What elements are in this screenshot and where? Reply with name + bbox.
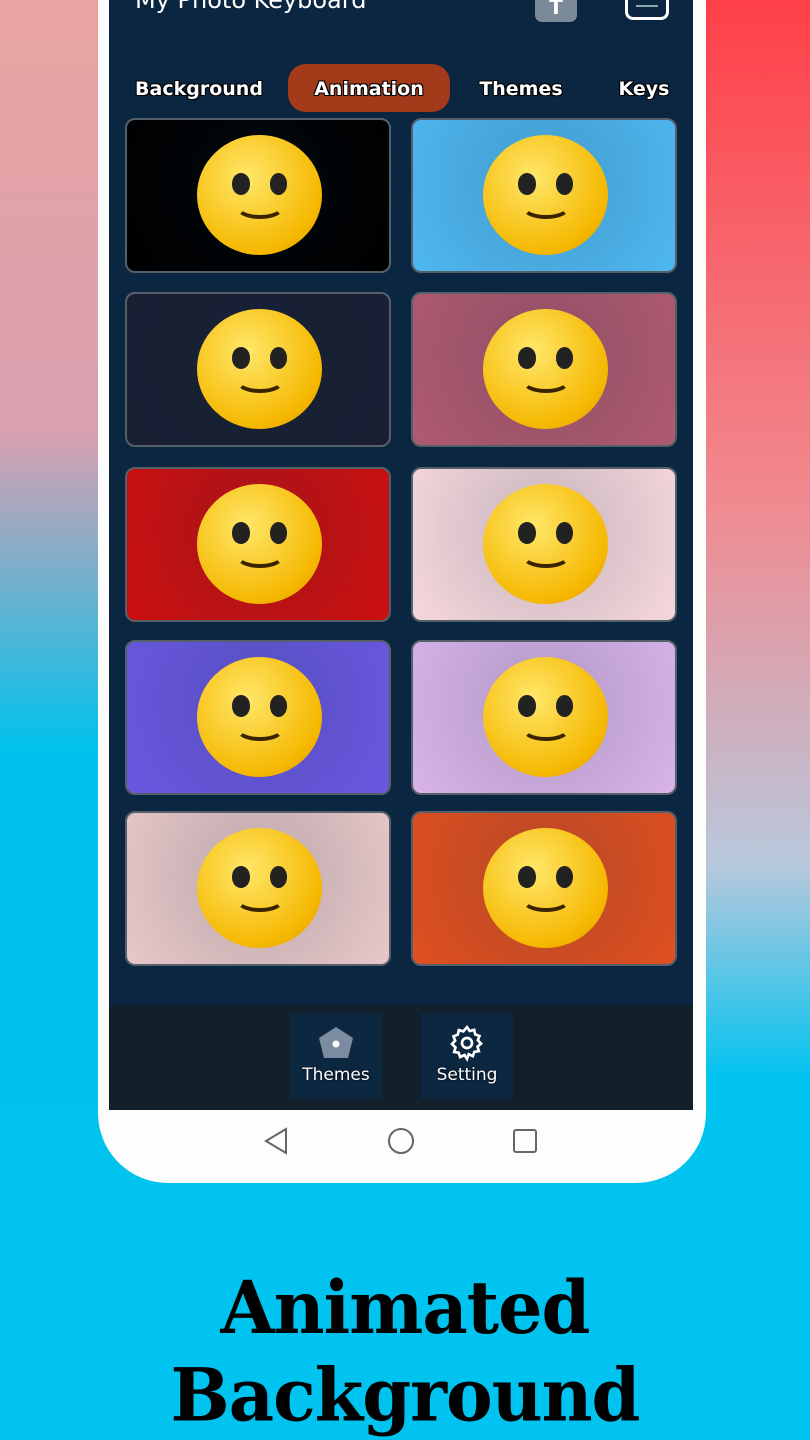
animation-tile-sad-face-butterflies[interactable]	[411, 811, 677, 966]
recents-icon[interactable]	[513, 1129, 537, 1153]
animation-tile-winking-face-hair[interactable]	[125, 811, 391, 966]
animation-tile-sad-face-tear[interactable]	[411, 118, 677, 273]
keyboard-icon[interactable]	[625, 0, 669, 20]
emoji-face	[197, 657, 322, 777]
emoji-face	[197, 135, 322, 255]
animation-tile-flower-faces-crying[interactable]	[411, 292, 677, 447]
nav-themes-button[interactable]: Themes	[290, 1013, 382, 1099]
animation-tile-heart-eyes-face[interactable]	[125, 640, 391, 795]
emoji-face	[197, 828, 322, 948]
emoji-face	[483, 135, 608, 255]
emoji-face	[197, 309, 322, 429]
tab-themes[interactable]: Themes	[471, 64, 571, 112]
tab-bar: Background Animation Themes Keys	[109, 64, 693, 112]
bottom-nav: Themes Setting	[109, 1005, 693, 1110]
nav-setting-button[interactable]: Setting	[421, 1013, 513, 1099]
app-title: My Photo Keyboard	[135, 0, 367, 14]
emoji-face	[483, 309, 608, 429]
tab-animation[interactable]: Animation	[288, 64, 450, 112]
text-format-icon[interactable]: T	[535, 0, 577, 22]
animation-tile-laughing-face-hearts[interactable]	[411, 467, 677, 622]
back-icon[interactable]	[264, 1127, 287, 1155]
tab-background[interactable]: Background	[129, 64, 269, 112]
pentagon-icon	[319, 1027, 353, 1058]
emoji-face	[483, 828, 608, 948]
headline: Animated Background	[170, 1263, 641, 1439]
emoji-face	[483, 657, 608, 777]
nav-setting-label: Setting	[436, 1065, 498, 1085]
emoji-face	[197, 484, 322, 604]
gear-icon	[450, 1025, 483, 1062]
nav-themes-label: Themes	[302, 1065, 370, 1085]
animation-tile-smiling-face-hearts[interactable]	[125, 118, 391, 273]
animation-tile-kissing-faces[interactable]	[125, 467, 391, 622]
home-icon[interactable]	[388, 1128, 414, 1154]
app-screen: My Photo Keyboard T Background Animation…	[109, 0, 693, 1110]
animation-tile-moon-face-crying[interactable]	[125, 292, 391, 447]
animation-tile-worried-face[interactable]	[411, 640, 677, 795]
emoji-face	[483, 484, 608, 604]
tab-keys[interactable]: Keys	[609, 64, 679, 112]
system-nav-bar	[264, 1127, 537, 1155]
